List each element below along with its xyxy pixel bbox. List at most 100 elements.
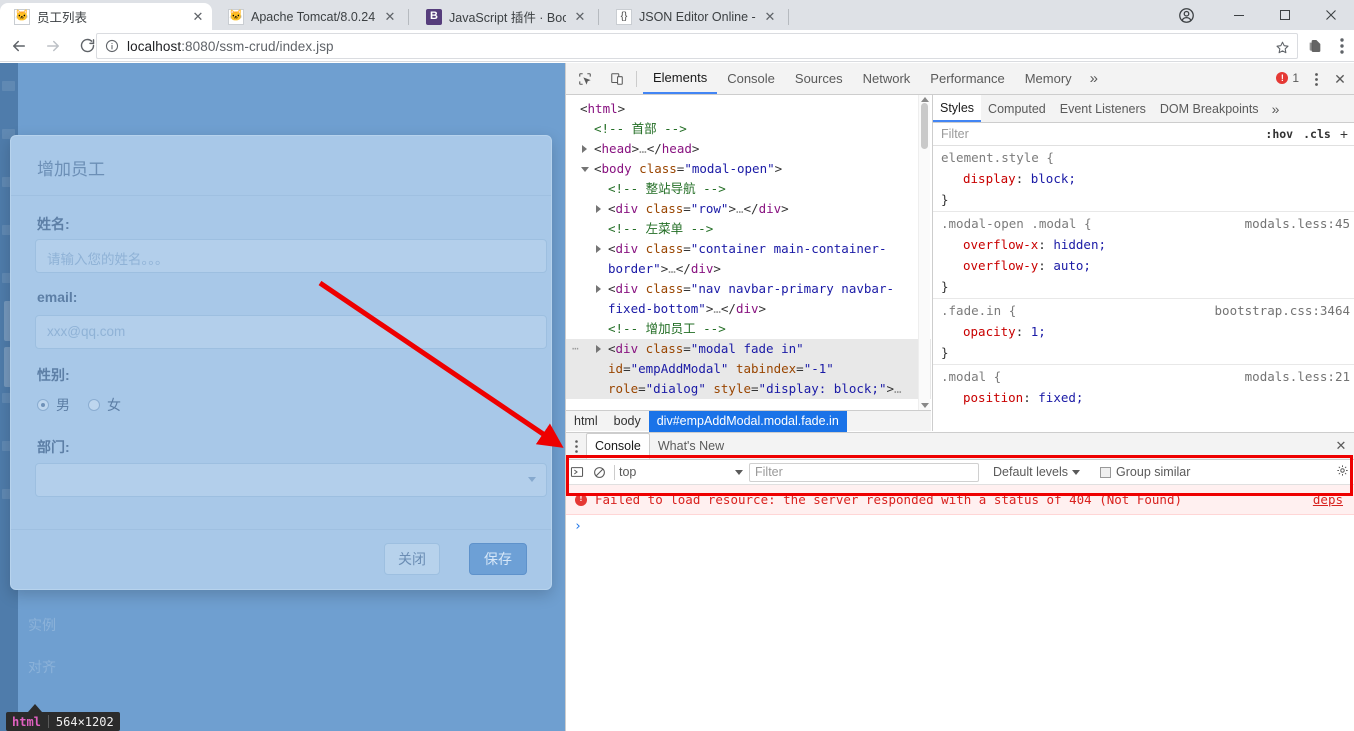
- dom-node[interactable]: <div class="container main-container-bor…: [566, 239, 931, 279]
- devtools-tab-console[interactable]: Console: [717, 63, 785, 94]
- drawer-menu-icon[interactable]: [566, 439, 586, 453]
- breadcrumb-item-selected[interactable]: div#empAddModal.modal.fade.in: [648, 410, 847, 432]
- drawer-tab-console[interactable]: Console: [586, 433, 650, 459]
- back-icon[interactable]: [4, 31, 34, 61]
- close-icon[interactable]: ✕: [570, 7, 590, 27]
- devtools-tab-network[interactable]: Network: [853, 63, 921, 94]
- group-similar-checkbox[interactable]: [1100, 466, 1112, 478]
- dom-node[interactable]: <head>…</head>: [566, 139, 931, 159]
- maximize-button[interactable]: [1262, 0, 1308, 30]
- dom-comment: <!-- 首部 -->: [594, 121, 687, 136]
- styles-tab-dom-breakpoints[interactable]: DOM Breakpoints: [1153, 95, 1266, 122]
- error-count-badge[interactable]: ! 1: [1276, 71, 1299, 85]
- console-error-source-link[interactable]: deps: [1313, 492, 1343, 507]
- devtools-tab-elements[interactable]: Elements: [643, 63, 718, 94]
- breadcrumb-item-html[interactable]: html: [566, 411, 606, 432]
- drawer-close-icon[interactable]: ✕: [1333, 438, 1349, 454]
- devtools-more-tabs-icon[interactable]: »: [1082, 70, 1106, 87]
- no-entry-icon[interactable]: [588, 466, 610, 479]
- css-property[interactable]: display: [941, 171, 1016, 186]
- dom-node[interactable]: <div class="row">…</div>: [566, 199, 931, 219]
- css-selector[interactable]: element.style {: [941, 147, 1354, 168]
- toggle-class-button[interactable]: .cls: [1298, 127, 1336, 141]
- gender-radio-male[interactable]: [37, 399, 49, 411]
- devtools-menu-icon[interactable]: [1307, 70, 1325, 88]
- css-rule[interactable]: modals.less:45 .modal-open .modal { over…: [933, 212, 1354, 299]
- css-rule[interactable]: element.style { display: block; }: [933, 146, 1354, 212]
- evernote-extension-icon[interactable]: [1305, 36, 1325, 56]
- department-select[interactable]: [35, 463, 547, 497]
- close-button[interactable]: 关闭: [384, 543, 440, 575]
- scroll-up-icon[interactable]: [921, 97, 929, 102]
- breadcrumb-item-body[interactable]: body: [606, 411, 649, 432]
- scroll-down-icon[interactable]: [921, 403, 929, 408]
- scrollbar-thumb[interactable]: [921, 103, 928, 149]
- console-error-message[interactable]: ! Failed to load resource: the server re…: [566, 485, 1354, 515]
- close-window-button[interactable]: [1308, 0, 1354, 30]
- inspect-element-icon[interactable]: [572, 66, 598, 92]
- browser-tab-1[interactable]: 🐱 Apache Tomcat/8.0.24 ✕: [214, 3, 404, 30]
- drawer-tab-whats-new[interactable]: What's New: [650, 433, 732, 459]
- dom-tree-pane[interactable]: <html> <!-- 首部 --> <head>…</head> <body …: [566, 95, 931, 410]
- browser-tab-strip: 🐱 员工列表 ✕ 🐱 Apache Tomcat/8.0.24 ✕ B Java…: [0, 0, 1354, 30]
- css-value[interactable]: hidden;: [1053, 237, 1106, 252]
- dom-node[interactable]: <html>: [566, 99, 931, 119]
- console-levels-selector[interactable]: Default levels: [993, 465, 1086, 479]
- styles-tab-styles[interactable]: Styles: [933, 95, 982, 122]
- page-info-icon[interactable]: [103, 37, 121, 55]
- device-toolbar-icon[interactable]: [604, 66, 630, 92]
- devtools-tab-sources[interactable]: Sources: [785, 63, 853, 94]
- gender-radio-female[interactable]: [88, 399, 100, 411]
- profile-avatar-icon[interactable]: [1168, 0, 1204, 30]
- devtools-close-icon[interactable]: ✕: [1331, 70, 1349, 88]
- new-style-rule-button[interactable]: +: [1336, 126, 1352, 142]
- browser-tab-2[interactable]: B JavaScript 插件 · Bootst ✕: [412, 3, 594, 30]
- forward-icon[interactable]: [38, 31, 68, 61]
- console-filter-input[interactable]: Filter: [749, 462, 979, 482]
- dom-node-selected[interactable]: ⋯ <div class="modal fade in" id="empAddMo…: [566, 339, 931, 399]
- minimize-button[interactable]: [1216, 0, 1262, 30]
- browser-tab-0[interactable]: 🐱 员工列表 ✕: [0, 3, 212, 30]
- css-rule[interactable]: bootstrap.css:3464 .fade.in { opacity: 1…: [933, 299, 1354, 365]
- clear-console-icon[interactable]: [566, 465, 588, 479]
- name-input[interactable]: 请输入您的姓名。。。: [35, 239, 547, 273]
- gender-radio-group[interactable]: 男 女: [37, 395, 139, 415]
- css-value[interactable]: fixed;: [1038, 390, 1083, 405]
- css-property[interactable]: overflow-x: [941, 237, 1038, 252]
- css-rule-source[interactable]: modals.less:21: [1245, 366, 1350, 387]
- save-button[interactable]: 保存: [469, 543, 527, 575]
- css-property[interactable]: opacity: [941, 324, 1016, 339]
- toggle-hover-state-button[interactable]: :hov: [1260, 127, 1298, 141]
- css-rule[interactable]: modals.less:21 .modal { position: fixed;: [933, 365, 1354, 409]
- console-input-prompt[interactable]: ›: [574, 519, 582, 534]
- breadcrumb[interactable]: html body div#empAddModal.modal.fade.in: [566, 410, 931, 432]
- dom-node[interactable]: <div class="nav navbar-primary navbar-fi…: [566, 279, 931, 319]
- styles-filter-input[interactable]: Filter: [937, 127, 1260, 141]
- css-property[interactable]: overflow-y: [941, 258, 1038, 273]
- css-value[interactable]: 1;: [1031, 324, 1046, 339]
- close-icon[interactable]: ✕: [188, 7, 208, 27]
- browser-menu-icon[interactable]: [1334, 35, 1350, 57]
- close-icon[interactable]: ✕: [380, 7, 400, 27]
- browser-tab-3[interactable]: {} JSON Editor Online - v ✕: [602, 3, 784, 30]
- css-value[interactable]: auto;: [1053, 258, 1091, 273]
- styles-more-tabs-icon[interactable]: »: [1266, 101, 1286, 117]
- css-rule-source[interactable]: modals.less:45: [1245, 213, 1350, 234]
- styles-tab-event-listeners[interactable]: Event Listeners: [1053, 95, 1153, 122]
- dom-tree-scrollbar[interactable]: [918, 95, 930, 410]
- address-bar[interactable]: localhost:8080/ssm-crud/index.jsp: [96, 33, 1298, 59]
- close-icon[interactable]: ✕: [760, 7, 780, 27]
- add-employee-modal[interactable]: 增加员工 姓名: 请输入您的姓名。。。 email: xxx@qq.com 性别…: [10, 135, 552, 590]
- css-value[interactable]: block;: [1031, 171, 1076, 186]
- page-viewport[interactable]: 菜单: 字体图标 实例 对齐 CopyRight@ 阿a志 2017-2020 …: [0, 63, 565, 731]
- styles-tab-computed[interactable]: Computed: [981, 95, 1053, 122]
- email-input[interactable]: xxx@qq.com: [35, 315, 547, 349]
- bookmark-star-icon[interactable]: [1273, 38, 1291, 56]
- dom-node[interactable]: <body class="modal-open">: [566, 159, 931, 179]
- gear-icon[interactable]: [1336, 464, 1349, 480]
- css-rule-source[interactable]: bootstrap.css:3464: [1215, 300, 1350, 321]
- css-property[interactable]: position: [941, 390, 1023, 405]
- console-context-selector[interactable]: top: [619, 465, 749, 479]
- devtools-tab-memory[interactable]: Memory: [1015, 63, 1082, 94]
- devtools-tab-performance[interactable]: Performance: [920, 63, 1014, 94]
